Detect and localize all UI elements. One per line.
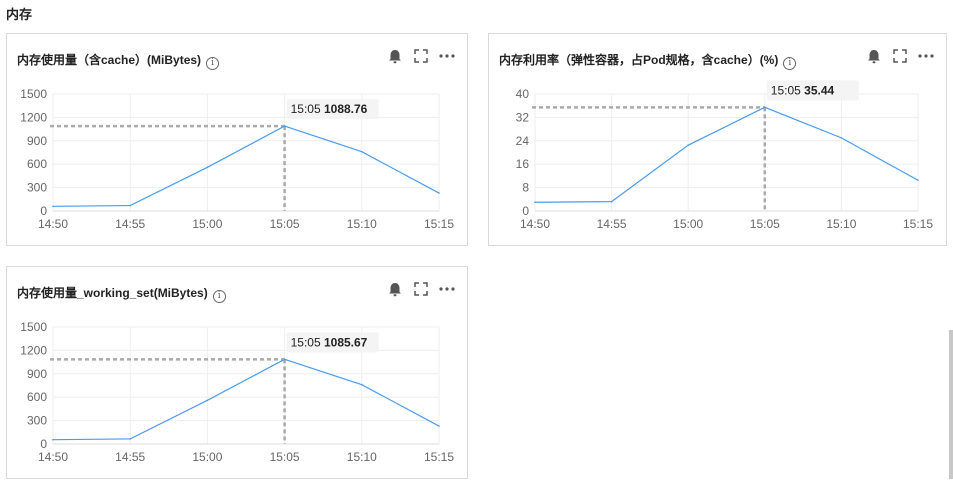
chart-panel-memory-utilization: 内存利用率（弹性容器，占Pod规格，含cache）(%) i 0 8 16 24 32 40… — [488, 33, 947, 246]
x-tick-label: 15:10 — [347, 217, 377, 231]
section-title: 内存 — [6, 7, 33, 22]
data-point — [917, 179, 919, 182]
y-tick-label: 40 — [516, 87, 530, 101]
y-tick-label: 600 — [27, 157, 47, 171]
x-tick-label: 15:00 — [192, 450, 222, 464]
data-point — [438, 192, 440, 194]
tooltip-value: 1085.67 — [324, 335, 368, 349]
data-point — [206, 166, 209, 169]
y-tick-label: 1200 — [20, 110, 47, 124]
tooltip-text: 15:05 35.44 — [771, 83, 835, 97]
data-point — [361, 383, 363, 386]
x-tick-label: 15:15 — [903, 217, 933, 231]
y-tick-label: 0 — [40, 437, 47, 451]
series-line — [52, 358, 440, 441]
data-point — [283, 358, 286, 361]
data-point — [840, 137, 843, 139]
x-tick-label: 15:15 — [424, 450, 454, 464]
data-point — [361, 150, 363, 153]
x-tick-label: 15:05 — [270, 217, 300, 231]
y-tick-label: 1500 — [20, 87, 47, 101]
tooltip-value: 1088.76 — [324, 102, 368, 116]
x-tick-label: 14:50 — [520, 217, 550, 231]
y-tick-label: 8 — [522, 181, 529, 195]
x-tick-label: 14:50 — [38, 217, 68, 231]
data-point — [52, 438, 54, 441]
data-point — [610, 200, 613, 203]
data-point — [687, 144, 689, 146]
tooltip-text: 15:05 1088.76 — [291, 102, 368, 116]
data-point — [206, 399, 209, 402]
x-tick-label: 15:15 — [424, 217, 454, 231]
data-point — [52, 205, 54, 208]
x-tick-label: 15:10 — [347, 450, 377, 464]
x-tick-label: 14:50 — [38, 450, 68, 464]
y-tick-label: 0 — [522, 204, 529, 218]
y-tick-label: 1200 — [20, 343, 47, 357]
y-tick-label: 300 — [27, 181, 47, 195]
x-tick-label: 15:05 — [270, 450, 300, 464]
series-line — [52, 125, 440, 207]
y-tick-label: 600 — [27, 390, 47, 404]
y-tick-label: 1500 — [20, 320, 47, 334]
data-point — [129, 204, 131, 207]
data-point — [438, 425, 440, 427]
y-tick-label: 32 — [516, 110, 530, 124]
x-tick-label: 15:00 — [673, 217, 703, 231]
data-point — [129, 438, 131, 440]
data-point — [764, 106, 766, 109]
x-tick-label: 15:05 — [750, 217, 780, 231]
chart-panel-memory-usage-cache: 内存使用量（含cache）(MiBytes) i 0 300 600 900 1200 15… — [6, 33, 468, 246]
y-tick-label: 300 — [27, 414, 47, 428]
line-chart: 03006009001200150014:50 14:55 15:00 15:05 15… — [20, 320, 454, 464]
tooltip-time: 15:05 — [291, 335, 324, 349]
tooltip-text: 15:05 1085.67 — [291, 335, 368, 349]
data-point — [534, 201, 536, 204]
page-scrollbar[interactable] — [949, 330, 953, 479]
data-point — [283, 125, 286, 127]
tooltip-value: 35.44 — [804, 83, 834, 97]
x-tick-label: 14:55 — [115, 450, 145, 464]
x-tick-label: 14:55 — [597, 217, 627, 231]
y-tick-label: 900 — [27, 367, 47, 381]
y-tick-label: 0 — [40, 204, 47, 218]
chart-panel-memory-working-set: 内存使用量_working_set(MiBytes) i 0 300 600 900 12… — [6, 266, 468, 479]
line-chart: 0 8 16 24 32 40 14:50 14:55 15:00 15:05 15:10 15:15… — [516, 80, 933, 231]
y-tick-label: 900 — [27, 134, 47, 148]
y-tick-label: 24 — [516, 134, 530, 148]
x-tick-label: 14:55 — [115, 217, 145, 231]
line-chart: 03006009001200150014:50 14:55 15:00 15:05 15… — [20, 87, 454, 231]
y-tick-label: 16 — [516, 157, 530, 171]
x-tick-label: 15:00 — [192, 217, 222, 231]
tooltip-time: 15:05 — [771, 83, 804, 97]
x-tick-label: 15:10 — [826, 217, 856, 231]
tooltip-time: 15:05 — [291, 102, 324, 116]
